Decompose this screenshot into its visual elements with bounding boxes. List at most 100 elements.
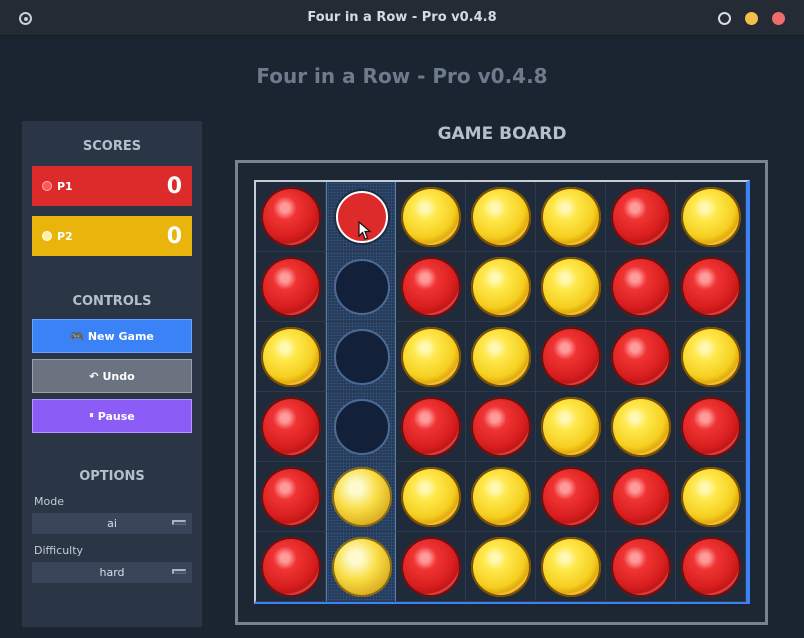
board-cell[interactable] [466, 392, 536, 462]
red-disc [541, 467, 601, 527]
board-cell[interactable] [466, 322, 536, 392]
board-cell[interactable] [606, 322, 676, 392]
empty-slot [334, 259, 390, 315]
score-card-p1: P1 0 [32, 166, 192, 206]
board-cell[interactable] [676, 462, 746, 532]
red-disc [261, 537, 321, 597]
board-cell[interactable] [676, 392, 746, 462]
empty-slot [334, 399, 390, 455]
score-value-p1: 0 [166, 173, 182, 199]
board-cell[interactable] [396, 322, 466, 392]
board-cell[interactable] [466, 462, 536, 532]
yellow-disc [332, 537, 392, 597]
board-cell[interactable] [466, 252, 536, 322]
yellow-disc [611, 397, 671, 457]
app-title: Four in a Row - Pro v0.4.8 [256, 64, 548, 88]
board-cell[interactable] [606, 182, 676, 252]
close-button[interactable] [772, 12, 785, 25]
title-bar: Four in a Row - Pro v0.4.8 [0, 0, 804, 36]
board-cell[interactable] [606, 532, 676, 602]
difficulty-select[interactable]: hard [32, 562, 192, 583]
yellow-disc [541, 187, 601, 247]
board-cell[interactable] [536, 182, 606, 252]
red-disc [261, 467, 321, 527]
yellow-disc [332, 467, 392, 527]
board-cell[interactable] [396, 532, 466, 602]
board-cell[interactable] [326, 322, 396, 392]
new-game-button[interactable]: 🎮 New Game [32, 319, 192, 353]
difficulty-label: Difficulty [34, 544, 84, 557]
yellow-disc [681, 327, 741, 387]
board-cell[interactable] [256, 252, 326, 322]
board-cell[interactable] [326, 462, 396, 532]
yellow-disc [541, 537, 601, 597]
board-cell[interactable] [606, 462, 676, 532]
red-disc [261, 397, 321, 457]
yellow-disc [261, 327, 321, 387]
score-card-p2: P2 0 [32, 216, 192, 256]
dropdown-caret-icon [172, 569, 186, 574]
red-disc-icon [42, 181, 52, 191]
board-cell[interactable] [536, 462, 606, 532]
board-cell[interactable] [676, 252, 746, 322]
board-cell[interactable] [396, 252, 466, 322]
red-disc [401, 257, 461, 317]
controls-heading: CONTROLS [72, 294, 152, 309]
board-cell[interactable] [326, 392, 396, 462]
yellow-disc [681, 187, 741, 247]
board-cell[interactable] [676, 182, 746, 252]
board-cell[interactable] [606, 252, 676, 322]
undo-label: Undo [102, 369, 135, 383]
board-cell[interactable] [676, 532, 746, 602]
board-cell[interactable] [326, 182, 396, 252]
yellow-disc [681, 467, 741, 527]
score-label-p1: P1 [57, 179, 73, 193]
board-cell[interactable] [606, 392, 676, 462]
red-disc [611, 187, 671, 247]
window-title: Four in a Row - Pro v0.4.8 [307, 10, 497, 25]
board-cell[interactable] [536, 532, 606, 602]
board-title: GAME BOARD [437, 124, 567, 144]
board-cell[interactable] [396, 462, 466, 532]
yellow-disc [401, 327, 461, 387]
board-cell[interactable] [326, 252, 396, 322]
minimize-button[interactable] [718, 12, 731, 25]
yellow-disc [471, 467, 531, 527]
gamepad-icon: 🎮 [70, 329, 84, 343]
board-cell[interactable] [326, 532, 396, 602]
game-board[interactable] [256, 182, 746, 602]
board-cell[interactable] [256, 392, 326, 462]
mode-value: ai [107, 517, 117, 530]
yellow-disc [471, 327, 531, 387]
mode-label: Mode [34, 495, 64, 508]
yellow-disc [401, 187, 461, 247]
board-cell[interactable] [536, 392, 606, 462]
board-cell[interactable] [256, 182, 326, 252]
red-disc [471, 397, 531, 457]
maximize-button[interactable] [745, 12, 758, 25]
board-cell[interactable] [256, 532, 326, 602]
board-cell[interactable] [536, 252, 606, 322]
board-cell[interactable] [396, 182, 466, 252]
board-cell[interactable] [676, 322, 746, 392]
board-cell[interactable] [466, 182, 536, 252]
red-disc [611, 257, 671, 317]
red-disc [681, 537, 741, 597]
score-value-p2: 0 [166, 223, 182, 249]
yellow-disc [471, 537, 531, 597]
board-cell[interactable] [536, 322, 606, 392]
yellow-disc [541, 257, 601, 317]
pause-button[interactable]: ⏸ Pause [32, 399, 192, 433]
new-game-label: New Game [87, 329, 154, 343]
red-disc [611, 537, 671, 597]
board-cell[interactable] [466, 532, 536, 602]
mode-select[interactable]: ai [32, 513, 192, 534]
pause-label: Pause [97, 409, 135, 423]
red-disc [611, 327, 671, 387]
yellow-disc [541, 397, 601, 457]
board-cell[interactable] [396, 392, 466, 462]
undo-button[interactable]: ↶ Undo [32, 359, 192, 393]
board-cell[interactable] [256, 322, 326, 392]
board-cell[interactable] [256, 462, 326, 532]
red-disc [261, 257, 321, 317]
